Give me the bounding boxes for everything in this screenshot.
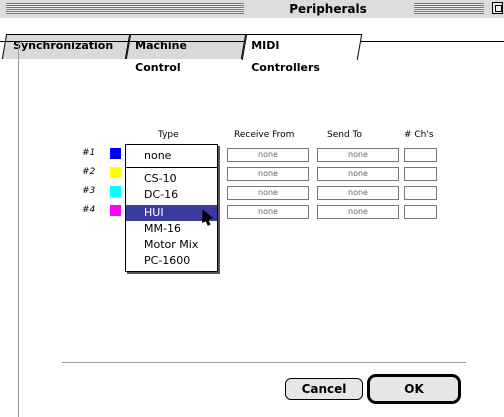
menu-item-cs-10[interactable]: CS-10 <box>126 171 217 187</box>
channels-field[interactable] <box>404 186 437 200</box>
send-to-field[interactable]: none <box>317 205 399 219</box>
menu-item-none[interactable]: none <box>126 148 217 164</box>
menu-separator <box>126 167 217 168</box>
column-header-channels: # Ch's <box>404 130 434 140</box>
title-bar-stripes-left <box>6 3 244 14</box>
bottom-divider <box>62 362 466 363</box>
controller-color-swatch <box>110 186 121 197</box>
receive-from-field[interactable]: none <box>227 205 309 219</box>
menu-item-dc-16[interactable]: DC-16 <box>126 187 217 203</box>
send-to-field[interactable]: none <box>317 167 399 181</box>
row-number: #1 <box>82 148 96 158</box>
menu-item-motor-mix[interactable]: Motor Mix <box>126 237 217 253</box>
receive-from-field[interactable]: none <box>227 148 309 162</box>
receive-from-field[interactable]: none <box>227 167 309 181</box>
column-header-receive-from: Receive From <box>234 130 295 140</box>
channels-field[interactable] <box>404 205 437 219</box>
ok-button[interactable]: OK <box>367 374 461 404</box>
title-bar-stripes-right <box>414 3 484 14</box>
row-number: #2 <box>82 167 96 177</box>
send-to-field[interactable]: none <box>317 186 399 200</box>
channels-field[interactable] <box>404 167 437 181</box>
window-title: Peripherals <box>248 1 408 17</box>
row-number: #4 <box>82 205 96 215</box>
menu-item-mm-16[interactable]: MM-16 <box>126 221 217 237</box>
column-header-type: Type <box>158 130 179 140</box>
tab-bar: Synchronization Machine Control MIDI Con… <box>0 18 504 74</box>
column-header-send-to: Send To <box>327 130 363 140</box>
cancel-button[interactable]: Cancel <box>285 378 363 400</box>
row-number: #3 <box>82 186 96 196</box>
send-to-field[interactable]: none <box>317 148 399 162</box>
channels-field[interactable] <box>404 148 437 162</box>
title-bar[interactable]: Peripherals <box>0 0 504 19</box>
content-pane <box>18 42 499 417</box>
controller-color-swatch <box>110 148 121 159</box>
receive-from-field[interactable]: none <box>227 186 309 200</box>
tab-midi-controllers[interactable]: MIDI Controllers <box>241 34 363 74</box>
menu-item-pc-1600[interactable]: PC-1600 <box>126 253 217 269</box>
zoom-box-icon[interactable] <box>492 2 503 14</box>
controller-color-swatch <box>110 205 121 216</box>
peripherals-window: Peripherals Synchronization Machine Cont… <box>0 0 504 417</box>
controller-color-swatch <box>110 167 121 178</box>
